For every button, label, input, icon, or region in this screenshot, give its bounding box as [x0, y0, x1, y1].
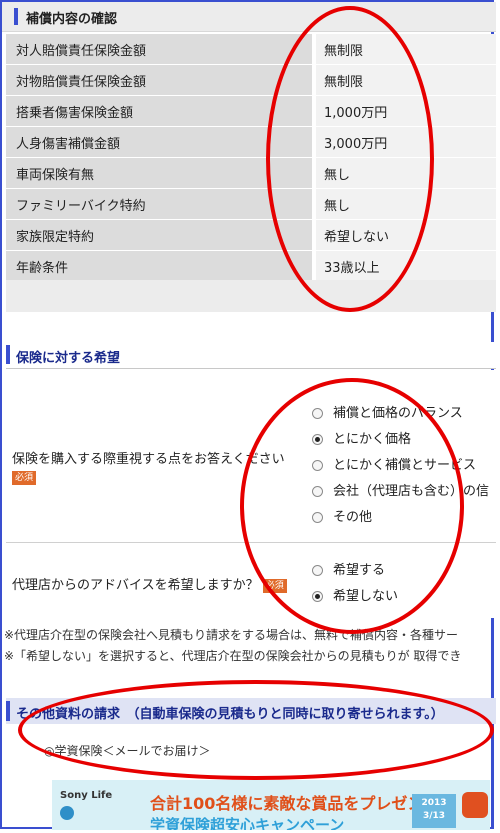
- section-marker: [6, 701, 10, 721]
- coverage-label: 対人賠償責任保険金額: [6, 34, 312, 64]
- coverage-label: 年齢条件: [6, 251, 312, 281]
- preferences-section-header: 保険に対する希望: [6, 342, 496, 369]
- preferences-title: 保険に対する希望: [16, 351, 121, 366]
- section-marker: [14, 8, 18, 25]
- annotation-ellipse: [240, 378, 464, 634]
- logo-mark-icon: [60, 806, 74, 820]
- coverage-title: 補償内容の確認: [26, 12, 118, 27]
- question-text: 代理店からのアドバイスを希望しますか？: [12, 578, 259, 593]
- section-marker: [6, 345, 10, 364]
- question-label: 保険を購入する際重視する点をお答えください: [12, 452, 285, 467]
- question-label: 代理店からのアドバイスを希望しますか？ 必須: [12, 574, 287, 593]
- coverage-label: ファミリーバイク特約: [6, 189, 312, 219]
- annotation-ellipse: [266, 6, 434, 312]
- note-text: ※「希望しない」を選択すると、代理店介在型の保険会社からの見積もりが 取得でき: [4, 649, 462, 663]
- promo-banner[interactable]: Sony Life 合計100名様に素敵な賞品をプレゼント! 学資保険超安心キャ…: [52, 780, 490, 830]
- coverage-footer-pad: [6, 280, 496, 312]
- coverage-label: 対物賠償責任保険金額: [6, 65, 312, 95]
- banner-subtitle: 学資保険超安心キャンペーン: [150, 816, 345, 830]
- annotation-ellipse: [18, 680, 494, 780]
- sony-life-logo: Sony Life: [60, 790, 113, 801]
- coverage-label: 家族限定特約: [6, 220, 312, 250]
- table-row: 対人賠償責任保険金額 無制限: [6, 34, 496, 65]
- required-badge: 必須: [12, 470, 37, 485]
- coverage-section-header: 補償内容の確認: [2, 2, 496, 32]
- coverage-label: 搭乗者傷害保険金額: [6, 96, 312, 126]
- pot-icon: [462, 792, 488, 818]
- required-badge-label: 必須: [12, 470, 37, 485]
- banner-headline: 合計100名様に素敵な賞品をプレゼント!: [150, 794, 447, 813]
- table-row: 年齢条件 33歳以上: [6, 251, 496, 282]
- note-text: ※代理店介在型の保険会社へ見積もり請求をする場合は、無料で補償内容・各種サー: [4, 628, 459, 642]
- banner-date: 2013 3/13: [412, 794, 456, 828]
